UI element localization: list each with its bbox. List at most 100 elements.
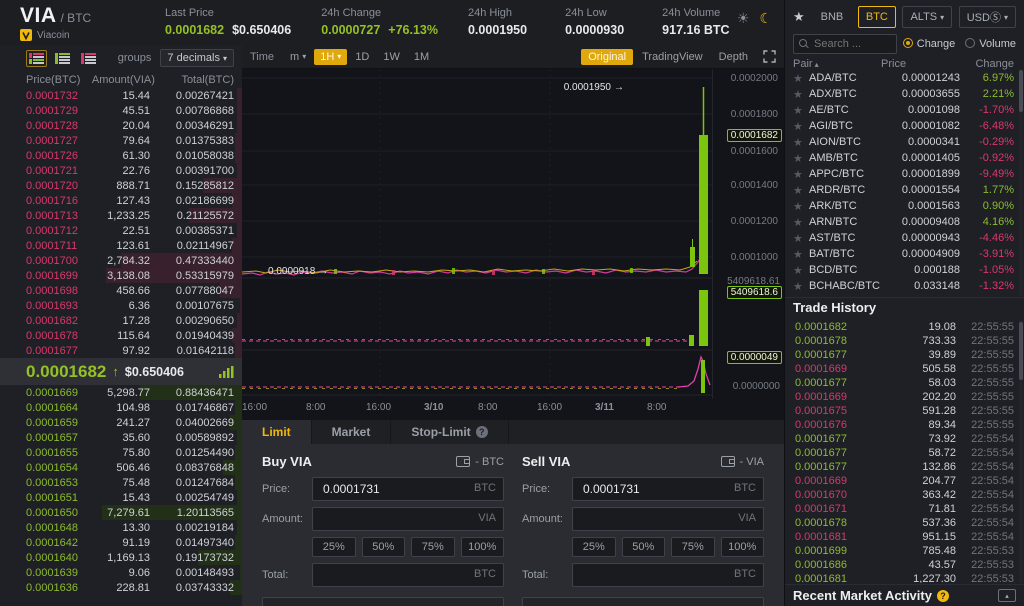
bid-row[interactable]: 0.0001639 9.06 0.00148493 xyxy=(0,565,242,580)
percent-button[interactable]: 50% xyxy=(362,537,406,557)
search-input[interactable] xyxy=(794,35,896,53)
interval-button[interactable]: 1H▾ xyxy=(314,49,347,65)
bid-row[interactable]: 0.0001669 5,298.77 0.88436471 xyxy=(0,385,242,400)
pair-row[interactable]: ★ ADA/BTC 0.00001243 6.97% xyxy=(785,70,1018,86)
market-tab[interactable]: BNB xyxy=(813,6,852,28)
pair-row[interactable]: ★ APPC/BTC 0.00001899 -9.49% xyxy=(785,166,1018,182)
trade-row[interactable]: 0.0001677 58.03 22:55:55 xyxy=(785,376,1018,390)
bid-row[interactable]: 0.0001654 506.46 0.08376848 xyxy=(0,460,242,475)
trade-row[interactable]: 0.0001669 204.77 22:55:54 xyxy=(785,474,1018,488)
collapse-icon[interactable]: ▴ xyxy=(998,589,1016,602)
trade-row[interactable]: 0.0001669 505.58 22:55:55 xyxy=(785,362,1018,376)
light-theme-icon[interactable]: ☀ xyxy=(737,10,750,27)
bid-row[interactable]: 0.0001659 241.27 0.04002669 xyxy=(0,415,242,430)
chart-view-button[interactable]: Original xyxy=(581,49,633,65)
pair-row[interactable]: ★ ADX/BTC 0.00003655 2.21% xyxy=(785,86,1018,102)
pair-row[interactable]: ★ AMB/BTC 0.00001405 -0.92% xyxy=(785,150,1018,166)
trade-row[interactable]: 0.0001677 73.92 22:55:54 xyxy=(785,432,1018,446)
trade-row[interactable]: 0.0001678 537.36 22:55:54 xyxy=(785,516,1018,530)
favorites-star-icon[interactable]: ★ xyxy=(793,9,805,25)
star-icon[interactable]: ★ xyxy=(793,248,809,261)
market-tab[interactable]: ALTS▾ xyxy=(902,6,952,28)
ask-row[interactable]: 0.0001732 15.44 0.00267421 xyxy=(0,88,242,103)
ask-row[interactable]: 0.0001729 45.51 0.00786868 xyxy=(0,103,242,118)
pair-row[interactable]: ★ BAT/BTC 0.00004909 -3.91% xyxy=(785,246,1018,262)
star-icon[interactable]: ★ xyxy=(793,104,809,117)
order-type-tab[interactable]: Market xyxy=(312,420,392,444)
star-icon[interactable]: ★ xyxy=(793,264,809,277)
trade-row[interactable]: 0.0001677 58.72 22:55:54 xyxy=(785,446,1018,460)
sell-amount-input[interactable] xyxy=(572,507,764,531)
percent-button[interactable]: 25% xyxy=(572,537,616,557)
ask-row[interactable]: 0.0001693 6.36 0.00107675 xyxy=(0,298,242,313)
ask-row[interactable]: 0.0001726 61.30 0.01058038 xyxy=(0,148,242,163)
fullscreen-icon[interactable] xyxy=(763,50,776,63)
percent-button[interactable]: 25% xyxy=(312,537,356,557)
decimals-select[interactable]: 7 decimals▾ xyxy=(160,49,234,67)
help-icon[interactable]: ? xyxy=(937,590,949,602)
star-icon[interactable]: ★ xyxy=(793,168,809,181)
ask-row[interactable]: 0.0001678 115.64 0.01940439 xyxy=(0,328,242,343)
percent-button[interactable]: 100% xyxy=(461,537,505,557)
ask-row[interactable]: 0.0001711 123.61 0.02114967 xyxy=(0,238,242,253)
bid-row[interactable]: 0.0001648 13.30 0.00219184 xyxy=(0,520,242,535)
star-icon[interactable]: ★ xyxy=(793,120,809,133)
trade-row[interactable]: 0.0001675 591.28 22:55:55 xyxy=(785,404,1018,418)
ask-row[interactable]: 0.0001728 20.04 0.00346291 xyxy=(0,118,242,133)
trade-history-scrollbar[interactable] xyxy=(1019,320,1023,583)
trade-row[interactable]: 0.0001682 19.08 22:55:55 xyxy=(785,320,1018,334)
ask-row[interactable]: 0.0001720 888.71 0.15285812 xyxy=(0,178,242,193)
star-icon[interactable]: ★ xyxy=(793,88,809,101)
radio-change[interactable]: Change xyxy=(903,38,956,50)
bid-row[interactable]: 0.0001664 104.98 0.01746867 xyxy=(0,400,242,415)
order-type-tab[interactable]: Limit xyxy=(242,420,312,444)
depth-stats-icon[interactable] xyxy=(219,366,234,378)
interval-button[interactable]: 1D xyxy=(349,49,375,65)
percent-button[interactable]: 100% xyxy=(721,537,765,557)
buy-amount-input[interactable] xyxy=(312,507,504,531)
bid-row[interactable]: 0.0001636 228.81 0.03743332 xyxy=(0,580,242,595)
trade-row[interactable]: 0.0001669 202.20 22:55:55 xyxy=(785,390,1018,404)
pair-row[interactable]: ★ BCD/BTC 0.000188 -1.05% xyxy=(785,262,1018,278)
bid-row[interactable]: 0.0001642 91.19 0.01497340 xyxy=(0,535,242,550)
pair-row[interactable]: ★ AION/BTC 0.0000341 -0.29% xyxy=(785,134,1018,150)
chart-area[interactable]: 0.0001950→ 0.0000918→ 0.0002000 0.000180… xyxy=(242,69,784,420)
bid-row[interactable]: 0.0001657 35.60 0.00589892 xyxy=(0,430,242,445)
pair-row[interactable]: ★ ARK/BTC 0.0001563 0.90% xyxy=(785,198,1018,214)
ask-row[interactable]: 0.0001721 22.76 0.00391700 xyxy=(0,163,242,178)
percent-button[interactable]: 50% xyxy=(622,537,666,557)
interval-button[interactable]: 1W xyxy=(377,49,406,65)
ask-row[interactable]: 0.0001677 97.92 0.01642118 xyxy=(0,343,242,358)
star-icon[interactable]: ★ xyxy=(793,184,809,197)
ask-row[interactable]: 0.0001699 3,138.08 0.53315979 xyxy=(0,268,242,283)
ask-row[interactable]: 0.0001682 17.28 0.00290650 xyxy=(0,313,242,328)
bid-row[interactable]: 0.0001655 75.80 0.01254490 xyxy=(0,445,242,460)
star-icon[interactable]: ★ xyxy=(793,152,809,165)
star-icon[interactable]: ★ xyxy=(793,216,809,229)
percent-button[interactable]: 75% xyxy=(671,537,715,557)
ask-row[interactable]: 0.0001727 79.64 0.01375383 xyxy=(0,133,242,148)
bid-row[interactable]: 0.0001651 15.43 0.00254749 xyxy=(0,490,242,505)
ask-row[interactable]: 0.0001700 2,784.32 0.47333440 xyxy=(0,253,242,268)
trade-row[interactable]: 0.0001686 43.57 22:55:53 xyxy=(785,558,1018,572)
pair-row[interactable]: ★ AST/BTC 0.00000943 -4.46% xyxy=(785,230,1018,246)
dark-theme-icon[interactable]: ☾ xyxy=(759,10,772,27)
star-icon[interactable]: ★ xyxy=(793,136,809,149)
trade-row[interactable]: 0.0001677 39.89 22:55:55 xyxy=(785,348,1018,362)
percent-button[interactable]: 75% xyxy=(411,537,455,557)
pair-row[interactable]: ★ ARN/BTC 0.00009408 4.16% xyxy=(785,214,1018,230)
chart-view-button[interactable]: TradingView xyxy=(635,49,710,65)
market-tab[interactable]: BTC xyxy=(858,6,896,28)
trade-row[interactable]: 0.0001678 733.33 22:55:55 xyxy=(785,334,1018,348)
star-icon[interactable]: ★ xyxy=(793,280,809,293)
star-icon[interactable]: ★ xyxy=(793,200,809,213)
chart-view-button[interactable]: Depth xyxy=(712,49,755,65)
order-book-view-bids-icon[interactable] xyxy=(52,50,73,67)
interval-button[interactable]: 1M xyxy=(408,49,435,65)
pair-row[interactable]: ★ AE/BTC 0.0001098 -1.70% xyxy=(785,102,1018,118)
star-icon[interactable]: ★ xyxy=(793,232,809,245)
trade-row[interactable]: 0.0001670 363.42 22:55:54 xyxy=(785,488,1018,502)
ask-row[interactable]: 0.0001698 458.66 0.07788047 xyxy=(0,283,242,298)
bid-row[interactable]: 0.0001640 1,169.13 0.19173732 xyxy=(0,550,242,565)
ask-row[interactable]: 0.0001712 22.51 0.00385371 xyxy=(0,223,242,238)
